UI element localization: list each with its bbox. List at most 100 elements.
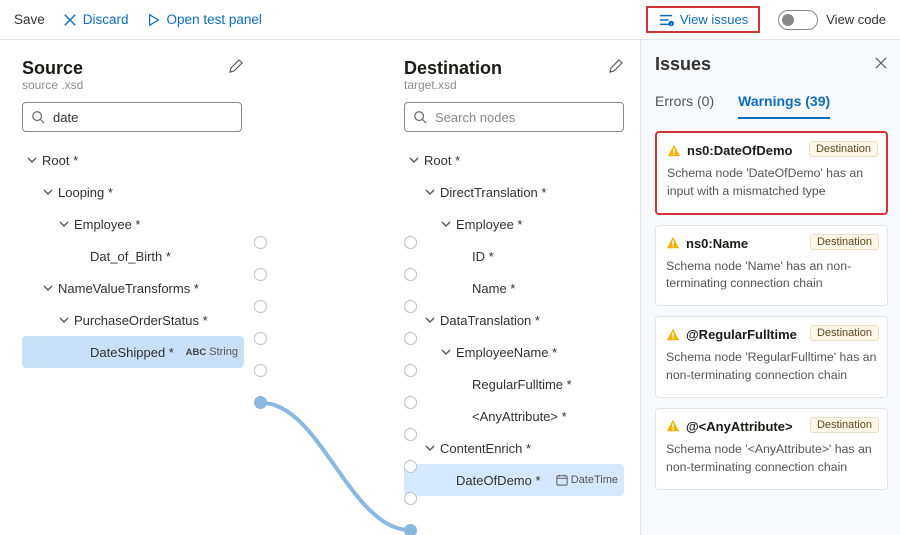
destination-title: Destination: [404, 58, 502, 79]
node-label: <AnyAttribute> *: [472, 409, 567, 424]
tree-node[interactable]: EmployeeName *: [404, 336, 624, 368]
tab-warnings[interactable]: Warnings (39): [738, 93, 830, 119]
tab-errors[interactable]: Errors (0): [655, 93, 714, 119]
issue-badge: Destination: [810, 234, 879, 250]
issue-title: @RegularFulltime: [686, 327, 797, 342]
issue-card[interactable]: @<AnyAttribute>DestinationSchema node '<…: [655, 408, 888, 490]
port[interactable]: [404, 236, 417, 249]
node-label: DirectTranslation *: [440, 185, 546, 200]
issues-title: Issues: [655, 54, 711, 75]
destination-search-input[interactable]: [433, 109, 615, 126]
issue-body: Schema node '<AnyAttribute>' has an non-…: [666, 441, 877, 477]
node-label: PurchaseOrderStatus *: [74, 313, 208, 328]
tree-node[interactable]: ID *: [404, 240, 624, 272]
view-issues-label: View issues: [680, 12, 748, 27]
tree-node[interactable]: DirectTranslation *: [404, 176, 624, 208]
tree-node[interactable]: Name *: [404, 272, 624, 304]
chevron-down-icon[interactable]: [424, 313, 436, 328]
view-code-toggle[interactable]: View code: [778, 10, 886, 30]
port[interactable]: [254, 332, 267, 345]
node-label: ContentEnrich *: [440, 441, 531, 456]
node-label: EmployeeName *: [456, 345, 557, 360]
view-issues-button[interactable]: i View issues: [646, 6, 760, 33]
port[interactable]: [404, 492, 417, 505]
destination-subtitle: target.xsd: [404, 78, 502, 92]
tree-node[interactable]: DataTranslation *: [404, 304, 624, 336]
play-icon: [147, 13, 161, 27]
port[interactable]: [254, 236, 267, 249]
issue-body: Schema node 'Name' has an non-terminatin…: [666, 258, 877, 294]
issue-badge: Destination: [810, 325, 879, 341]
source-panel: Source source .xsd Root *Looping *Employ…: [22, 58, 244, 496]
issues-panel: Issues Errors (0) Warnings (39) ns0:Date…: [640, 40, 900, 535]
tree-node[interactable]: Dat_of_Birth *: [22, 240, 244, 272]
tree-node[interactable]: NameValueTransforms *: [22, 272, 244, 304]
destination-search[interactable]: [404, 102, 624, 132]
chevron-down-icon[interactable]: [440, 217, 452, 232]
edit-icon[interactable]: [228, 58, 244, 74]
chevron-down-icon[interactable]: [58, 313, 70, 328]
port[interactable]: [254, 268, 267, 281]
discard-label: Discard: [83, 12, 129, 27]
chevron-down-icon[interactable]: [408, 153, 420, 168]
node-label: NameValueTransforms *: [58, 281, 199, 296]
port[interactable]: [404, 460, 417, 473]
destination-ports: [404, 236, 417, 535]
node-label: DateShipped *: [90, 345, 174, 360]
issue-title: ns0:DateOfDemo: [687, 143, 792, 158]
tree-node[interactable]: RegularFulltime *: [404, 368, 624, 400]
tree-node[interactable]: Looping *: [22, 176, 244, 208]
chevron-down-icon[interactable]: [26, 153, 38, 168]
tree-node[interactable]: <AnyAttribute> *: [404, 400, 624, 432]
type-badge: DateTime: [556, 474, 624, 486]
chevron-down-icon[interactable]: [424, 185, 436, 200]
chevron-down-icon[interactable]: [42, 185, 54, 200]
port[interactable]: [254, 364, 267, 377]
port[interactable]: [404, 300, 417, 313]
tree-node[interactable]: Root *: [404, 144, 624, 176]
port[interactable]: [404, 268, 417, 281]
tree-node[interactable]: DateShipped * ABC String: [22, 336, 244, 368]
port[interactable]: [404, 428, 417, 441]
destination-tree: Root * DirectTranslation * Employee *ID *N…: [404, 144, 624, 496]
type-badge: ABC String: [186, 346, 244, 358]
search-icon: [413, 110, 427, 124]
issue-card[interactable]: ns0:DateOfDemoDestinationSchema node 'Da…: [655, 131, 888, 215]
node-label: DataTranslation *: [440, 313, 540, 328]
issue-badge: Destination: [810, 417, 879, 433]
tree-node[interactable]: PurchaseOrderStatus *: [22, 304, 244, 336]
edit-icon[interactable]: [608, 58, 624, 74]
open-test-panel-button[interactable]: Open test panel: [147, 12, 262, 27]
source-search-input[interactable]: [51, 109, 233, 126]
discard-button[interactable]: Discard: [63, 12, 129, 27]
chevron-down-icon[interactable]: [440, 345, 452, 360]
toolbar: Save Discard Open test panel i View issu…: [0, 0, 900, 40]
port[interactable]: [254, 300, 267, 313]
save-label: Save: [14, 12, 45, 27]
node-label: DateOfDemo *: [456, 473, 541, 488]
tree-node[interactable]: Employee *: [404, 208, 624, 240]
port-connected[interactable]: [254, 396, 267, 409]
save-button[interactable]: Save: [14, 12, 45, 27]
issue-card[interactable]: @RegularFulltimeDestinationSchema node '…: [655, 316, 888, 398]
chevron-down-icon[interactable]: [58, 217, 70, 232]
tree-node[interactable]: Root *: [22, 144, 244, 176]
port-connected[interactable]: [404, 524, 417, 535]
tree-node[interactable]: DateOfDemo * DateTime: [404, 464, 624, 496]
close-panel-button[interactable]: [874, 54, 888, 75]
tree-node[interactable]: ContentEnrich *: [404, 432, 624, 464]
destination-panel: Destination target.xsd Root * DirectTrans…: [404, 58, 624, 496]
node-label: Dat_of_Birth *: [90, 249, 171, 264]
issues-icon: i: [658, 13, 674, 27]
issue-card[interactable]: ns0:NameDestinationSchema node 'Name' ha…: [655, 225, 888, 307]
toggle-switch[interactable]: [778, 10, 818, 30]
tree-node[interactable]: Employee *: [22, 208, 244, 240]
toggle-knob: [782, 14, 794, 26]
port[interactable]: [404, 396, 417, 409]
chevron-down-icon[interactable]: [424, 441, 436, 456]
chevron-down-icon[interactable]: [42, 281, 54, 296]
port[interactable]: [404, 364, 417, 377]
mapper-canvas: Source source .xsd Root *Looping *Employ…: [0, 40, 640, 535]
port[interactable]: [404, 332, 417, 345]
source-search[interactable]: [22, 102, 242, 132]
